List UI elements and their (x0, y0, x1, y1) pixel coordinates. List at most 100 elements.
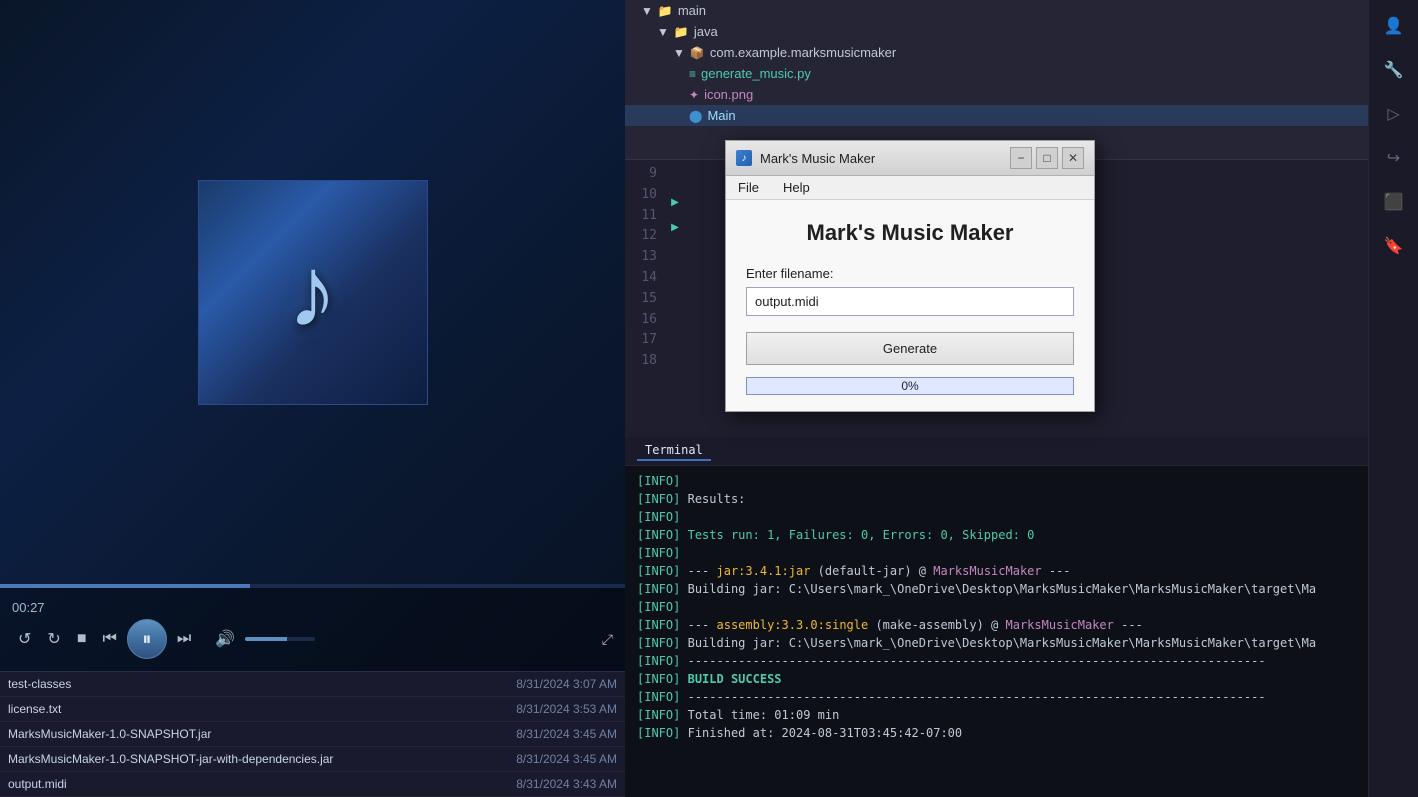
info-label: [INFO] (637, 726, 680, 740)
right-panel: ▼ 📁 main ▼ 📁 java ▼ 📦 com.example.marksm… (625, 0, 1418, 797)
file-date: 8/31/2024 3:53 AM (516, 702, 617, 716)
stop-button[interactable]: ■ (71, 626, 93, 652)
rewind-button[interactable]: ↺ (12, 625, 37, 653)
tree-item-java[interactable]: ▼ 📁 java (625, 21, 1418, 42)
album-art: ♪ (198, 180, 428, 405)
term-text: (default-jar) @ (818, 564, 934, 578)
terminal-line: [INFO] ---------------------------------… (637, 688, 1406, 706)
menu-help[interactable]: Help (779, 178, 814, 197)
dialog-app-title: Mark's Music Maker (746, 220, 1074, 246)
info-label: [INFO] (637, 564, 680, 578)
progress-fill (0, 584, 250, 588)
term-text: Total time: 01:09 min (688, 708, 840, 722)
tree-item-icon-png[interactable]: ✦ icon.png (625, 84, 1418, 105)
terminal: Terminal [INFO] [INFO] Results: [INFO] [… (625, 437, 1418, 797)
tree-label: java (694, 24, 718, 39)
run-button-11[interactable]: ▶ (665, 215, 685, 241)
tree-item-main[interactable]: ▼ 📁 main (625, 0, 1418, 21)
dialog-progress-bar: 0% (746, 377, 1074, 395)
dialog-progress-text: 0% (901, 379, 918, 393)
info-label: [INFO] (637, 474, 680, 488)
file-list: test-classes 8/31/2024 3:07 AM license.t… (0, 671, 625, 797)
info-label: [INFO] (637, 672, 680, 686)
sidebar-icon-bookmark[interactable]: 🔖 (1376, 228, 1412, 264)
tree-label: generate_music.py (701, 66, 811, 81)
time-display: 00:27 (12, 596, 613, 619)
term-text: Finished at: 2024-08-31T03:45:42-07:00 (688, 726, 963, 740)
jar-plugin: jar:3.4.1:jar (717, 564, 811, 578)
tree-item-main-java[interactable]: ⬤ Main (625, 105, 1418, 126)
terminal-tab[interactable]: Terminal (637, 441, 711, 461)
sidebar-icon-terminal[interactable]: ⬛ (1376, 184, 1412, 220)
file-item[interactable]: output.midi 8/31/2024 3:43 AM (0, 772, 625, 797)
file-date: 8/31/2024 3:45 AM (516, 727, 617, 741)
tree-label: main (678, 3, 706, 18)
tree-label: com.example.marksmusicmaker (710, 45, 896, 60)
terminal-line: [INFO] (637, 508, 1406, 526)
minimize-button[interactable]: − (1010, 147, 1032, 169)
terminal-body: [INFO] [INFO] Results: [INFO] [INFO] Tes… (625, 466, 1418, 748)
tree-item-generate-music[interactable]: ≡ generate_music.py (625, 63, 1418, 84)
play-pause-button[interactable]: ⏸ (127, 619, 167, 659)
sidebar-icon-run[interactable]: ↪ (1376, 140, 1412, 176)
java-file-icon: ⬤ (689, 109, 702, 123)
folder-icon: 📁 (674, 25, 689, 39)
file-item[interactable]: MarksMusicMaker-1.0-SNAPSHOT.jar 8/31/20… (0, 722, 625, 747)
terminal-line: [INFO] Building jar: C:\Users\mark_\OneD… (637, 580, 1406, 598)
term-text: Results: (688, 492, 746, 506)
volume-slider[interactable] (245, 637, 315, 641)
file-item[interactable]: test-classes 8/31/2024 3:07 AM (0, 672, 625, 697)
dialog-titlebar: ♪ Mark's Music Maker − □ ✕ (726, 141, 1094, 176)
dialog-title: Mark's Music Maker (760, 151, 1002, 166)
file-name: output.midi (8, 777, 67, 791)
maximize-button[interactable]: □ (1036, 147, 1058, 169)
terminal-line: [INFO] --- jar:3.4.1:jar (default-jar) @… (637, 562, 1406, 580)
term-dashes: ----------------------------------------… (688, 654, 1266, 668)
controls-row: ↺ ↻ ■ ⏮ ⏸ ⏭ 🔊 ⤢ (12, 619, 613, 659)
build-success: BUILD SUCCESS (688, 672, 782, 686)
tree-label: Main (707, 108, 735, 123)
tree-label: icon.png (704, 87, 753, 102)
line-numbers: 9 10 11 12 13 14 15 16 17 18 (625, 160, 665, 437)
sidebar-icon-user[interactable]: 👤 (1376, 8, 1412, 44)
prev-button[interactable]: ⏮ (96, 626, 122, 652)
file-item[interactable]: MarksMusicMaker-1.0-SNAPSHOT-jar-with-de… (0, 747, 625, 772)
terminal-line: [INFO] (637, 544, 1406, 562)
expand-button[interactable]: ⤢ (602, 631, 613, 648)
close-button[interactable]: ✕ (1062, 147, 1084, 169)
sidebar-icon-play[interactable]: ▷ (1376, 96, 1412, 132)
dialog-body: Mark's Music Maker Enter filename: Gener… (726, 200, 1094, 411)
controls-area: 00:27 ↺ ↻ ■ ⏮ ⏸ ⏭ 🔊 ⤢ (0, 588, 625, 671)
project-name: MarksMusicMaker (1006, 618, 1114, 632)
menu-file[interactable]: File (734, 178, 763, 197)
terminal-line: [INFO] (637, 472, 1406, 490)
info-label: [INFO] (637, 492, 680, 506)
volume-area: 🔊 (209, 625, 315, 653)
dialog-filename-input[interactable] (746, 287, 1074, 316)
progress-bar-container[interactable] (0, 584, 625, 588)
chevron-down-icon: ▼ (657, 25, 669, 39)
tree-item-package[interactable]: ▼ 📦 com.example.marksmusicmaker (625, 42, 1418, 63)
dialog-control-buttons: − □ ✕ (1010, 147, 1084, 169)
terminal-line: [INFO] BUILD SUCCESS (637, 670, 1406, 688)
volume-icon: 🔊 (209, 625, 241, 653)
file-name: license.txt (8, 702, 61, 716)
file-item[interactable]: license.txt 8/31/2024 3:53 AM (0, 697, 625, 722)
info-label: [INFO] (637, 708, 680, 722)
music-note-icon: ♪ (288, 235, 338, 350)
sidebar-icons: 👤 🔧 ▷ ↪ ⬛ 🔖 (1368, 0, 1418, 797)
next-button[interactable]: ⏭ (171, 626, 197, 652)
run-button-10[interactable]: ▶ (665, 190, 685, 216)
term-text: --- (688, 564, 717, 578)
term-text: (make-assembly) @ (875, 618, 1005, 632)
terminal-line: [INFO] Total time: 01:09 min (637, 706, 1406, 724)
refresh-button[interactable]: ↻ (41, 625, 66, 653)
media-area: ♪ (0, 0, 625, 584)
sidebar-icon-tool[interactable]: 🔧 (1376, 52, 1412, 88)
dialog-generate-button[interactable]: Generate (746, 332, 1074, 365)
info-label: [INFO] (637, 528, 680, 542)
info-label: [INFO] (637, 690, 680, 704)
info-label: [INFO] (637, 654, 680, 668)
terminal-line: [INFO] Finished at: 2024-08-31T03:45:42-… (637, 724, 1406, 742)
file-name: test-classes (8, 677, 71, 691)
